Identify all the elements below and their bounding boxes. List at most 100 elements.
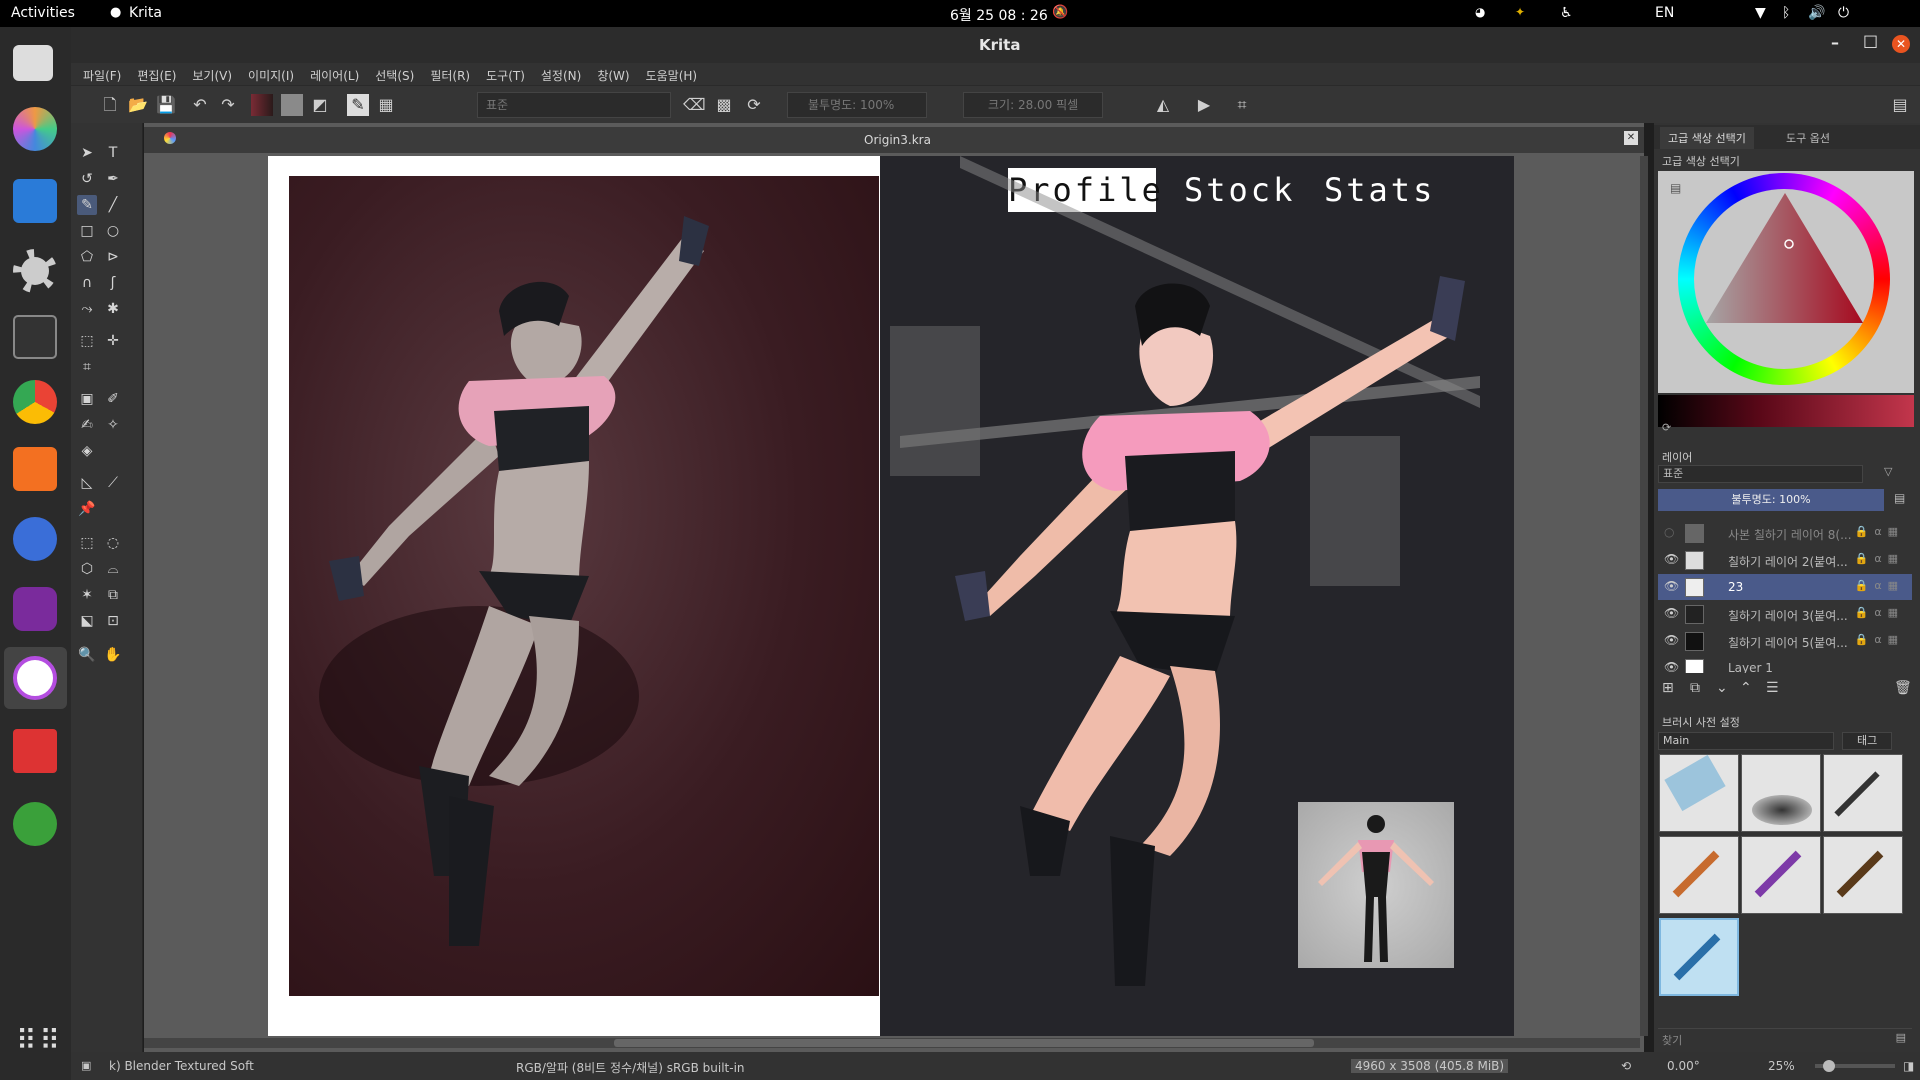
layer-lock-icons[interactable]: 🔒α▦ bbox=[1855, 606, 1904, 619]
open-document-icon[interactable]: 📂 bbox=[127, 94, 149, 116]
layer-properties-icon[interactable]: ▤ bbox=[1894, 491, 1905, 505]
visibility-on-icon[interactable]: 👁 bbox=[1664, 606, 1679, 620]
files-icon[interactable] bbox=[13, 179, 57, 223]
edit-shapes-tool[interactable]: ↺ bbox=[77, 169, 97, 189]
menu-tools[interactable]: 도구(T) bbox=[486, 67, 525, 84]
brush-settings-icon[interactable]: ▤ bbox=[1896, 1031, 1906, 1044]
tray-icon-1[interactable]: ◕ bbox=[1475, 5, 1485, 19]
fill-tool[interactable]: ◈ bbox=[77, 441, 97, 461]
reload-preset-icon[interactable]: ⟳ bbox=[743, 94, 765, 116]
brush-preset-airbrush[interactable] bbox=[1741, 754, 1821, 832]
color-picker-app-icon[interactable] bbox=[13, 107, 57, 151]
menu-help[interactable]: 도움말(H) bbox=[646, 67, 698, 84]
accessibility-icon[interactable]: ♿ bbox=[1560, 5, 1573, 21]
layer-filter-icon[interactable]: ▽ bbox=[1884, 465, 1892, 478]
menu-filter[interactable]: 필터(R) bbox=[430, 67, 470, 84]
duplicate-layer-icon[interactable]: ⧉ bbox=[1690, 680, 1700, 696]
contiguous-select-tool[interactable]: ✶ bbox=[77, 585, 97, 605]
menu-layer[interactable]: 레이어(L) bbox=[310, 67, 359, 84]
text-tool[interactable]: T bbox=[103, 143, 123, 163]
calligraphy-tool[interactable]: ✒ bbox=[103, 169, 123, 189]
refresh-color-icon[interactable]: ⟳ bbox=[1662, 421, 1671, 434]
rectangle-tool[interactable]: □ bbox=[77, 221, 97, 241]
crop-tool[interactable]: ⌗ bbox=[77, 357, 97, 377]
document-tab-title[interactable]: Origin3.kra bbox=[864, 133, 931, 147]
horizontal-scroll-thumb[interactable] bbox=[614, 1039, 1314, 1047]
tab-tool-options[interactable]: 도구 옵션 bbox=[1778, 127, 1838, 149]
save-icon[interactable]: 💾 bbox=[155, 94, 177, 116]
power-icon[interactable]: ⏻ bbox=[1838, 5, 1849, 21]
rect-select-tool[interactable]: ⬚ bbox=[77, 533, 97, 553]
polygon-select-tool[interactable]: ⬡ bbox=[77, 559, 97, 579]
color-selector-area[interactable]: ▤ bbox=[1658, 171, 1914, 393]
menu-file[interactable]: 파일(F) bbox=[83, 67, 121, 84]
brush-preset-blender-selected[interactable] bbox=[1659, 918, 1739, 996]
ellipse-tool[interactable]: ○ bbox=[103, 221, 123, 241]
move-layer-down-icon[interactable]: ⌄ bbox=[1716, 680, 1728, 696]
visibility-on-icon[interactable]: 👁 bbox=[1664, 552, 1679, 566]
move-layer-up-icon[interactable]: ⌃ bbox=[1740, 680, 1752, 696]
smart-patch-tool[interactable]: ✧ bbox=[103, 415, 123, 435]
redo-icon[interactable]: ↷ bbox=[217, 94, 239, 116]
layer-row[interactable]: 👁 Layer 1 bbox=[1658, 655, 1912, 673]
layer-lock-icons[interactable]: 🔒α▦ bbox=[1855, 579, 1904, 592]
activities-button[interactable]: Activities bbox=[11, 5, 75, 21]
add-layer-icon[interactable]: ⊞ bbox=[1662, 680, 1674, 696]
zoom-slider[interactable] bbox=[1815, 1060, 1895, 1072]
measure-tool[interactable]: ⟋ bbox=[103, 473, 123, 493]
menu-view[interactable]: 보기(V) bbox=[192, 67, 232, 84]
layer-row[interactable]: 👁 칠하기 레이어 3(붙여... 🔒α▦ bbox=[1658, 601, 1912, 627]
similar-select-tool[interactable]: ⧉ bbox=[103, 585, 123, 605]
size-slider[interactable]: 크기: 28.00 픽셀 bbox=[963, 92, 1103, 118]
polyline-tool[interactable]: ⊳ bbox=[103, 247, 123, 267]
shade-selector[interactable] bbox=[1658, 395, 1914, 427]
assistant-tool[interactable]: ◺ bbox=[77, 473, 97, 493]
downloader-icon[interactable] bbox=[13, 729, 57, 773]
zoom-value[interactable]: 25% bbox=[1768, 1059, 1795, 1073]
brush-preset-watercolor[interactable] bbox=[1741, 836, 1821, 914]
brush-editor-icon[interactable]: ▦ bbox=[375, 94, 397, 116]
multibrush-tool[interactable]: ✱ bbox=[103, 299, 123, 319]
clock[interactable]: 6월 25 08 : 26 bbox=[950, 5, 1048, 25]
settings-icon[interactable] bbox=[13, 249, 57, 293]
image-size-label[interactable]: 4960 x 3508 (405.8 MiB) bbox=[1351, 1059, 1509, 1073]
layer-lock-icons[interactable]: 🔒α▦ bbox=[1855, 552, 1904, 565]
fg-bg-color-icon[interactable]: ◩ bbox=[309, 94, 331, 116]
brush-preset-button[interactable]: ✎ bbox=[347, 94, 369, 116]
close-document-icon[interactable]: ✕ bbox=[1624, 131, 1638, 145]
visibility-off-icon[interactable]: ○ bbox=[1664, 525, 1674, 539]
saturation-value-triangle[interactable] bbox=[1658, 171, 1914, 393]
show-apps-icon[interactable]: ⠿⠿ bbox=[16, 1027, 60, 1072]
mirror-vertical-icon[interactable]: ▶ bbox=[1193, 94, 1215, 116]
maximize-icon[interactable]: □ bbox=[1863, 31, 1878, 50]
rotation-value[interactable]: 0.00° bbox=[1667, 1059, 1700, 1073]
opacity-slider[interactable]: 불투명도: 100% bbox=[787, 92, 927, 118]
brush-search-input[interactable]: 찾기 bbox=[1662, 1032, 1682, 1048]
media-player-icon[interactable] bbox=[13, 447, 57, 491]
bezier-select-tool[interactable]: ⬕ bbox=[77, 611, 97, 631]
chrome-icon[interactable] bbox=[13, 380, 57, 424]
terminal-icon[interactable] bbox=[13, 315, 57, 359]
eraser-mode-icon[interactable]: ⌫ bbox=[683, 94, 706, 116]
polygon-tool[interactable]: ⬠ bbox=[77, 247, 97, 267]
layer-blend-select[interactable]: 표준 bbox=[1658, 465, 1863, 483]
menu-settings[interactable]: 설정(N) bbox=[541, 67, 581, 84]
vertical-scrollbar[interactable] bbox=[1640, 156, 1648, 1036]
brush-preset-pencil[interactable] bbox=[1823, 754, 1903, 832]
menu-select[interactable]: 선택(S) bbox=[375, 67, 414, 84]
input-language[interactable]: EN bbox=[1655, 5, 1674, 21]
magnetic-select-tool[interactable]: ⊡ bbox=[103, 611, 123, 631]
layer-lock-icons[interactable]: 🔒α▦ bbox=[1855, 525, 1904, 538]
blend-mode-select[interactable]: 표준 bbox=[477, 92, 671, 118]
move-tool[interactable]: ✛ bbox=[103, 331, 123, 351]
new-document-icon[interactable]: 🗋 bbox=[99, 94, 121, 116]
tray-icon-2[interactable]: ✦ bbox=[1515, 5, 1525, 19]
brush-preset-oil[interactable] bbox=[1823, 836, 1903, 914]
freehand-path-tool[interactable]: ʃ bbox=[103, 273, 123, 293]
volume-icon[interactable]: 🔊 bbox=[1808, 5, 1825, 21]
visibility-on-icon[interactable]: 👁 bbox=[1664, 633, 1679, 647]
wrap-around-icon[interactable]: ⌗ bbox=[1231, 94, 1253, 116]
pan-tool[interactable]: ✋ bbox=[103, 645, 123, 665]
bezier-tool[interactable]: ∩ bbox=[77, 273, 97, 293]
line-tool[interactable]: ╱ bbox=[103, 195, 123, 215]
